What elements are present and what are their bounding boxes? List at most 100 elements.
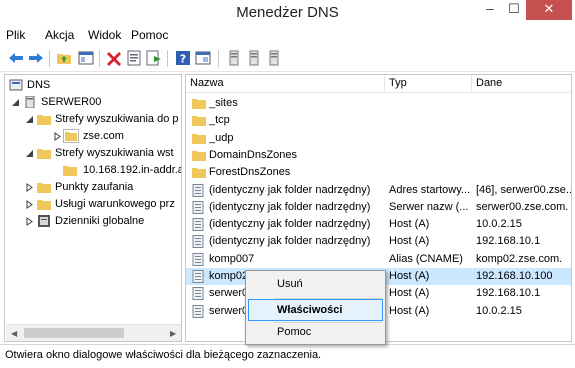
folder-icon: [192, 133, 206, 144]
scrollbar-thumb[interactable]: [24, 328, 124, 338]
record-icon: [192, 183, 204, 197]
menu-plik[interactable]: Plik: [6, 28, 25, 42]
export-list-icon[interactable]: [146, 50, 162, 66]
cell-data: serwer00.zse.com.: [476, 200, 569, 213]
record-icon: [192, 287, 204, 301]
cell-name: _sites: [209, 97, 238, 109]
expanded-arrow-icon[interactable]: [25, 149, 34, 158]
close-button[interactable]: ✕: [526, 0, 572, 20]
scroll-right-icon[interactable]: ▶: [170, 329, 176, 338]
list-row[interactable]: ForestDnsZones: [186, 164, 571, 181]
delete-icon[interactable]: [106, 50, 122, 66]
server-stack-icon[interactable]: [226, 50, 242, 66]
toolbar-divider: [99, 50, 100, 67]
server-icon: [25, 96, 35, 108]
cell-data: 192.168.10.1: [476, 235, 541, 248]
maximize-button[interactable]: ☐: [502, 0, 526, 20]
toolbar-divider: [167, 50, 168, 67]
tree-item-dns[interactable]: DNS: [7, 77, 177, 94]
collapsed-arrow-icon[interactable]: [53, 132, 62, 141]
collapsed-arrow-icon[interactable]: [25, 217, 34, 226]
column-header-data[interactable]: Dane: [472, 75, 571, 93]
console-tree[interactable]: DNS SERWER00 Strefy wyszukiwania do p zs…: [4, 74, 182, 342]
tree-horizontal-scrollbar[interactable]: ◀ ▶: [6, 324, 181, 341]
column-header-type[interactable]: Typ: [385, 75, 472, 93]
properties-icon[interactable]: [126, 50, 142, 66]
cell-data: 10.0.2.15: [476, 218, 522, 231]
list-row[interactable]: _udp: [186, 130, 571, 147]
svg-text:?: ?: [180, 53, 186, 66]
cell-type: Host (A): [389, 287, 430, 300]
tree-item-serwer00[interactable]: SERWER00: [7, 94, 177, 111]
server-zone-icon[interactable]: [266, 50, 282, 66]
help-icon[interactable]: ?: [175, 50, 191, 66]
menu-akcja[interactable]: Akcja: [45, 28, 74, 42]
window-icon[interactable]: [195, 50, 211, 66]
cell-type: Serwer nazw (...: [389, 200, 469, 213]
menu-pomoc[interactable]: Pomoc: [131, 28, 168, 42]
folder-icon: [192, 168, 206, 179]
expanded-arrow-icon[interactable]: [11, 98, 20, 107]
tree-item-reverse-zones[interactable]: Strefy wyszukiwania wst: [7, 145, 181, 162]
folder-icon: [37, 115, 51, 125]
zone-icon: [63, 166, 77, 176]
toolbar-divider: [49, 50, 50, 67]
list-row[interactable]: DomainDnsZones: [186, 147, 571, 164]
list-row[interactable]: _tcp: [186, 112, 571, 129]
context-menu-delete[interactable]: Usuń: [248, 274, 383, 296]
console-tree-icon[interactable]: [78, 50, 94, 66]
list-row[interactable]: komp007 Alias (CNAME) komp02.zse.com.: [186, 251, 571, 268]
minimize-button[interactable]: –: [478, 0, 502, 20]
cell-name: _udp: [209, 131, 234, 144]
context-menu-properties[interactable]: Właściwości: [248, 299, 383, 321]
cell-name: (identyczny jak folder nadrzędny): [209, 218, 371, 231]
tree-label: Punkty zaufania: [55, 181, 134, 193]
menu-widok[interactable]: Widok: [88, 28, 121, 42]
tree-item-reverse-zone[interactable]: 10.168.192.in-addr.ar: [7, 162, 181, 179]
list-row[interactable]: (identyczny jak folder nadrzędny) Serwer …: [186, 199, 571, 216]
list-row[interactable]: (identyczny jak folder nadrzędny) Host (A…: [186, 216, 571, 233]
collapsed-arrow-icon[interactable]: [25, 183, 34, 192]
cell-name: DomainDnsZones: [209, 148, 298, 161]
server-record-icon[interactable]: [246, 50, 262, 66]
folder-icon: [37, 149, 51, 159]
folder-icon: [192, 150, 206, 161]
tree-item-trust-points[interactable]: Punkty zaufania: [7, 179, 177, 196]
record-icon: [192, 235, 204, 249]
status-bar: Otwiera okno dialogowe właściwości dla b…: [0, 344, 575, 368]
collapsed-arrow-icon[interactable]: [25, 200, 34, 209]
cell-type: Host (A): [389, 270, 430, 282]
record-icon: [192, 270, 204, 283]
column-header-name[interactable]: Nazwa: [186, 75, 385, 93]
status-text: Otwiera okno dialogowe właściwości dla b…: [5, 349, 322, 361]
expanded-arrow-icon[interactable]: [25, 115, 34, 124]
tree-item-global-logs[interactable]: Dzienniki globalne: [7, 213, 177, 230]
tree-item-zse-com[interactable]: zse.com: [7, 128, 177, 145]
toolbar-divider: [218, 50, 219, 67]
list-row[interactable]: _sites: [186, 95, 571, 112]
zone-icon: [63, 129, 79, 143]
cell-name: (identyczny jak folder nadrzędny): [209, 183, 371, 196]
back-arrow-icon[interactable]: [8, 50, 24, 66]
list-row[interactable]: (identyczny jak folder nadrzędny) Host (A…: [186, 233, 571, 250]
record-icon: [192, 200, 204, 214]
context-menu-help[interactable]: Pomoc: [248, 322, 383, 344]
tree-label: Strefy wyszukiwania wst: [55, 147, 174, 159]
record-icon: [192, 304, 204, 318]
list-row[interactable]: (identyczny jak folder nadrzędny) Adres s…: [186, 182, 571, 199]
folder-icon: [192, 116, 206, 127]
menu-bar: Plik Akcja Widok Pomoc: [0, 26, 575, 45]
folder-icon: [192, 99, 206, 109]
cell-type: Adres startowy...: [389, 183, 471, 196]
dns-icon: [9, 79, 23, 91]
tree-label: Usługi warunkowego prz: [55, 198, 175, 210]
scroll-left-icon[interactable]: ◀: [11, 329, 17, 338]
cell-data: 192.168.10.100: [476, 270, 553, 282]
tree-item-forward-zones[interactable]: Strefy wyszukiwania do p: [7, 111, 181, 128]
up-folder-icon[interactable]: [56, 50, 72, 66]
cell-data: [46], serwer00.zse...: [476, 183, 571, 196]
cell-data: 10.0.2.15: [476, 304, 522, 317]
tree-item-conditional-forwarders[interactable]: Usługi warunkowego prz: [7, 196, 181, 213]
forward-arrow-icon[interactable]: [28, 50, 44, 66]
toolbar: ?: [0, 45, 575, 72]
